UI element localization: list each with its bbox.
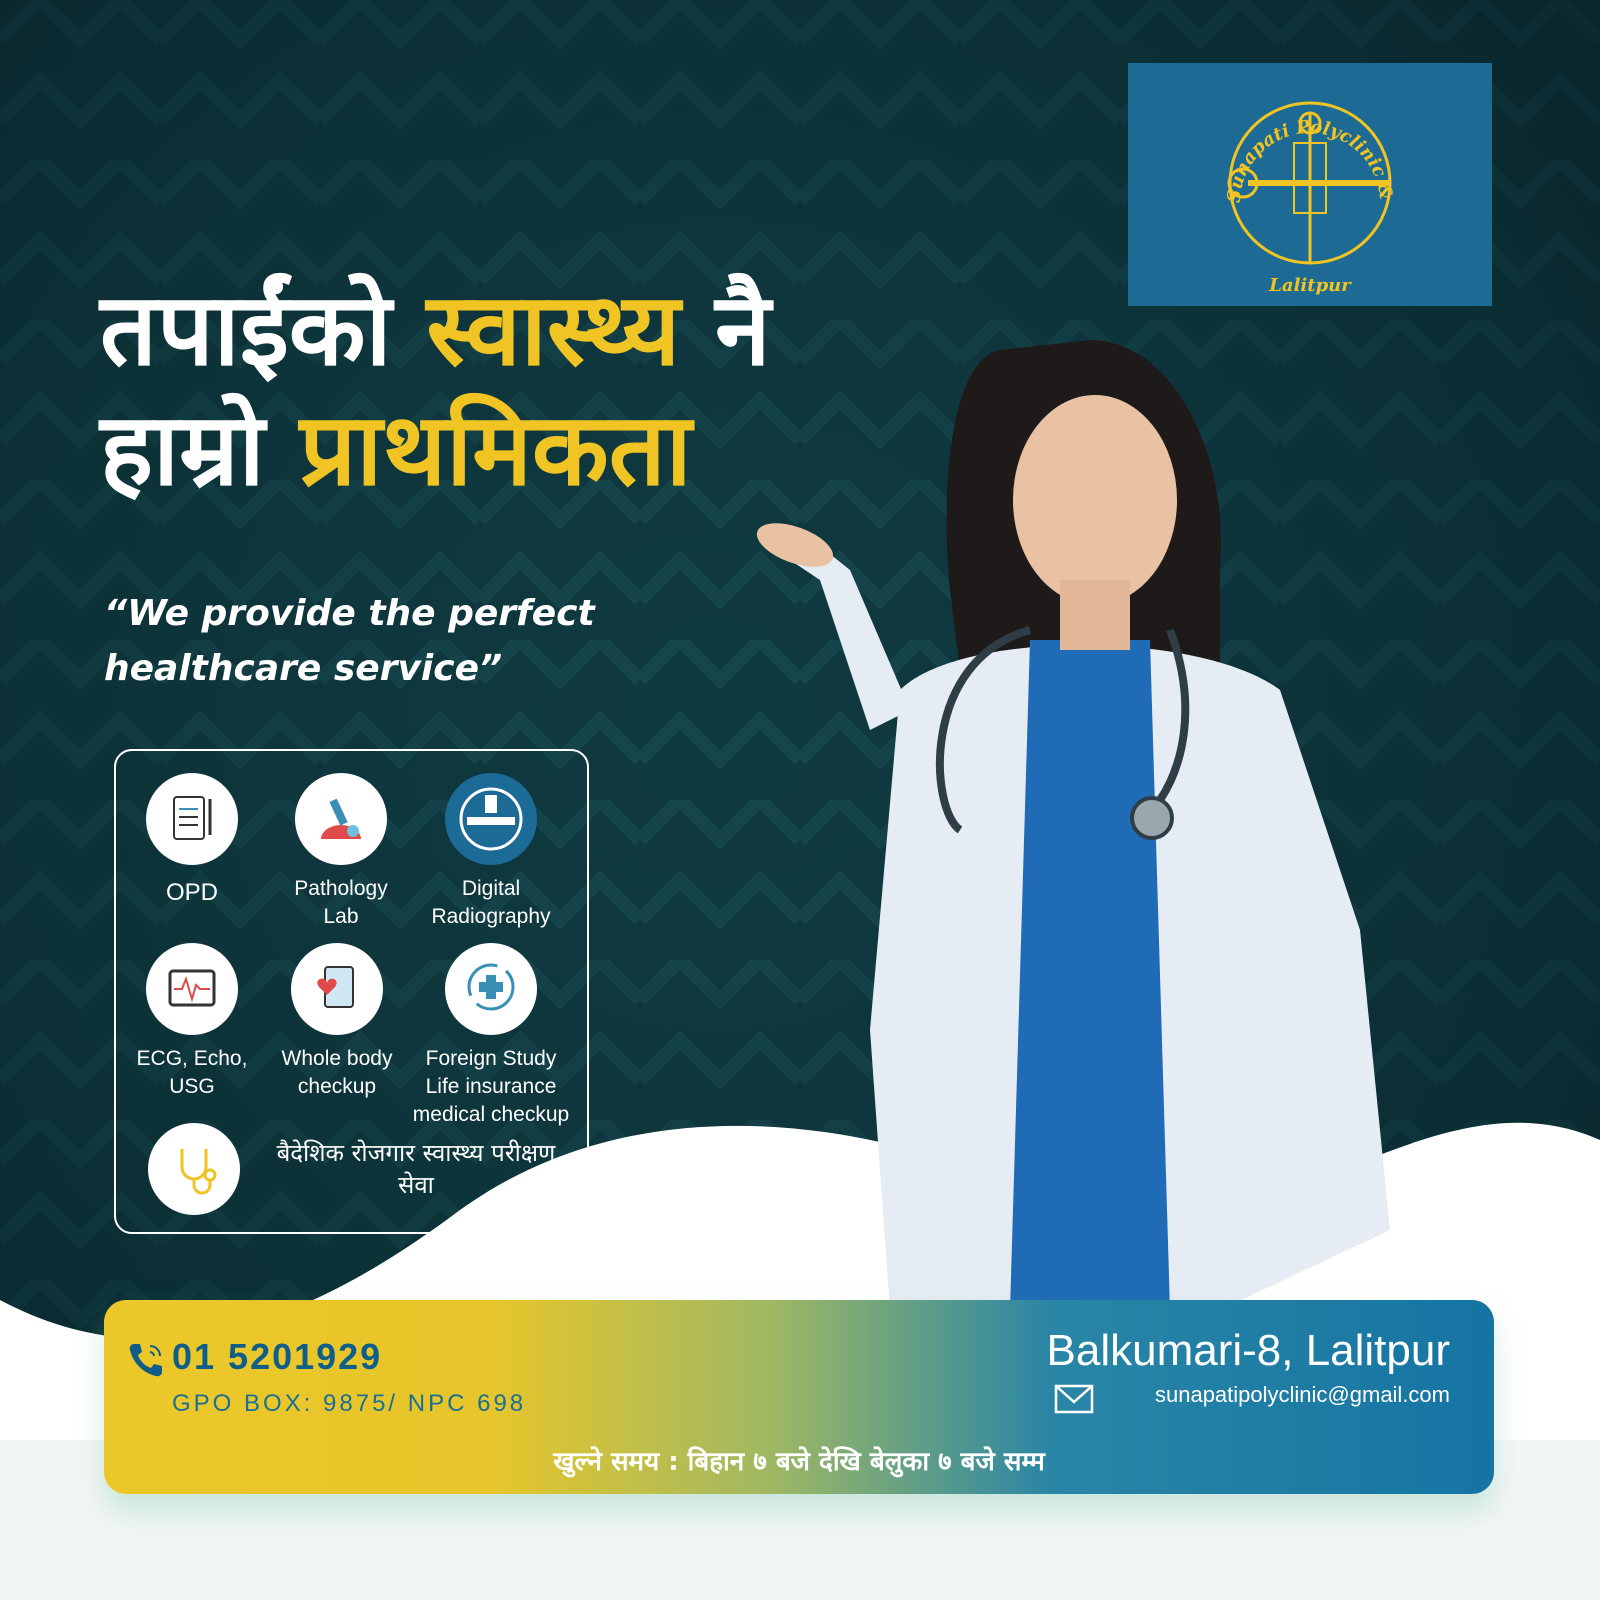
service-ecg: ECG, Echo, USG [132,943,252,1101]
clinic-logo: Sunapati Polyclinic & Health Center (P.)… [1128,63,1492,306]
logo-city-text: Lalitpur [1268,275,1352,296]
opening-hours: खुल्ने समय : बिहान ७ बजे देखि बेलुका ७ ब… [553,1447,1045,1477]
headline-accent: प्राथमिकता [299,391,692,508]
doctor-photo [756,340,1390,1310]
clipboard-pen-icon [146,773,238,865]
service-label: बैदेशिक रोजगार स्वास्थ्य परीक्षण सेवा [276,1139,556,1199]
phone-number: 01 5201929 [172,1336,383,1377]
cross-refresh-icon [445,943,537,1035]
mail-icon [1054,1384,1094,1414]
poster: Sunapati Polyclinic & Health Center (P.)… [0,0,1600,1600]
address: Balkumari-8, Lalitpur [1046,1326,1451,1375]
clipboard-heart-icon [291,943,383,1035]
services-panel: OPD Pathology Lab Digital Radiography EC… [114,749,589,1234]
stethoscope-icon [148,1123,240,1215]
service-whole-body: Whole body checkup [272,943,402,1101]
email: sunapatipolyclinic@gmail.com [1154,1382,1450,1407]
tagline: “We provide the perfect healthcare servi… [104,593,595,689]
headline-accent: स्वास्थ्य [426,271,681,388]
service-opd: OPD [146,773,238,907]
ecg-monitor-icon [146,943,238,1035]
phone-icon [129,1344,162,1377]
service-label: ECG, Echo, USG [136,1047,248,1098]
service-label: OPD [165,879,218,906]
headline-word: हाम्रो [100,391,265,508]
service-foreign-employment: बैदेशिक रोजगार स्वास्थ्य परीक्षण सेवा [148,1123,578,1215]
service-label: Foreign Study Life insurance medical che… [412,1047,570,1126]
service-label: Digital Radiography [431,877,551,928]
service-foreign-study: Foreign Study Life insurance medical che… [406,943,576,1129]
service-pathology: Pathology Lab [276,773,406,931]
contact-bar: 01 5201929 GPO BOX: 9875/ NPC 698 Balkum… [104,1300,1494,1494]
microscope-icon [295,773,387,865]
caduceus-stethoscope-emblem-icon: Sunapati Polyclinic & Health Center (P.)… [1128,63,1396,296]
service-radiography: Digital Radiography [416,773,566,931]
xray-machine-icon [445,773,537,865]
service-label: Pathology Lab [294,877,388,928]
gpo-box: GPO BOX: 9875/ NPC 698 [172,1390,527,1417]
service-label: Whole body checkup [281,1047,393,1098]
headline-word: तपाईंको [100,271,392,388]
